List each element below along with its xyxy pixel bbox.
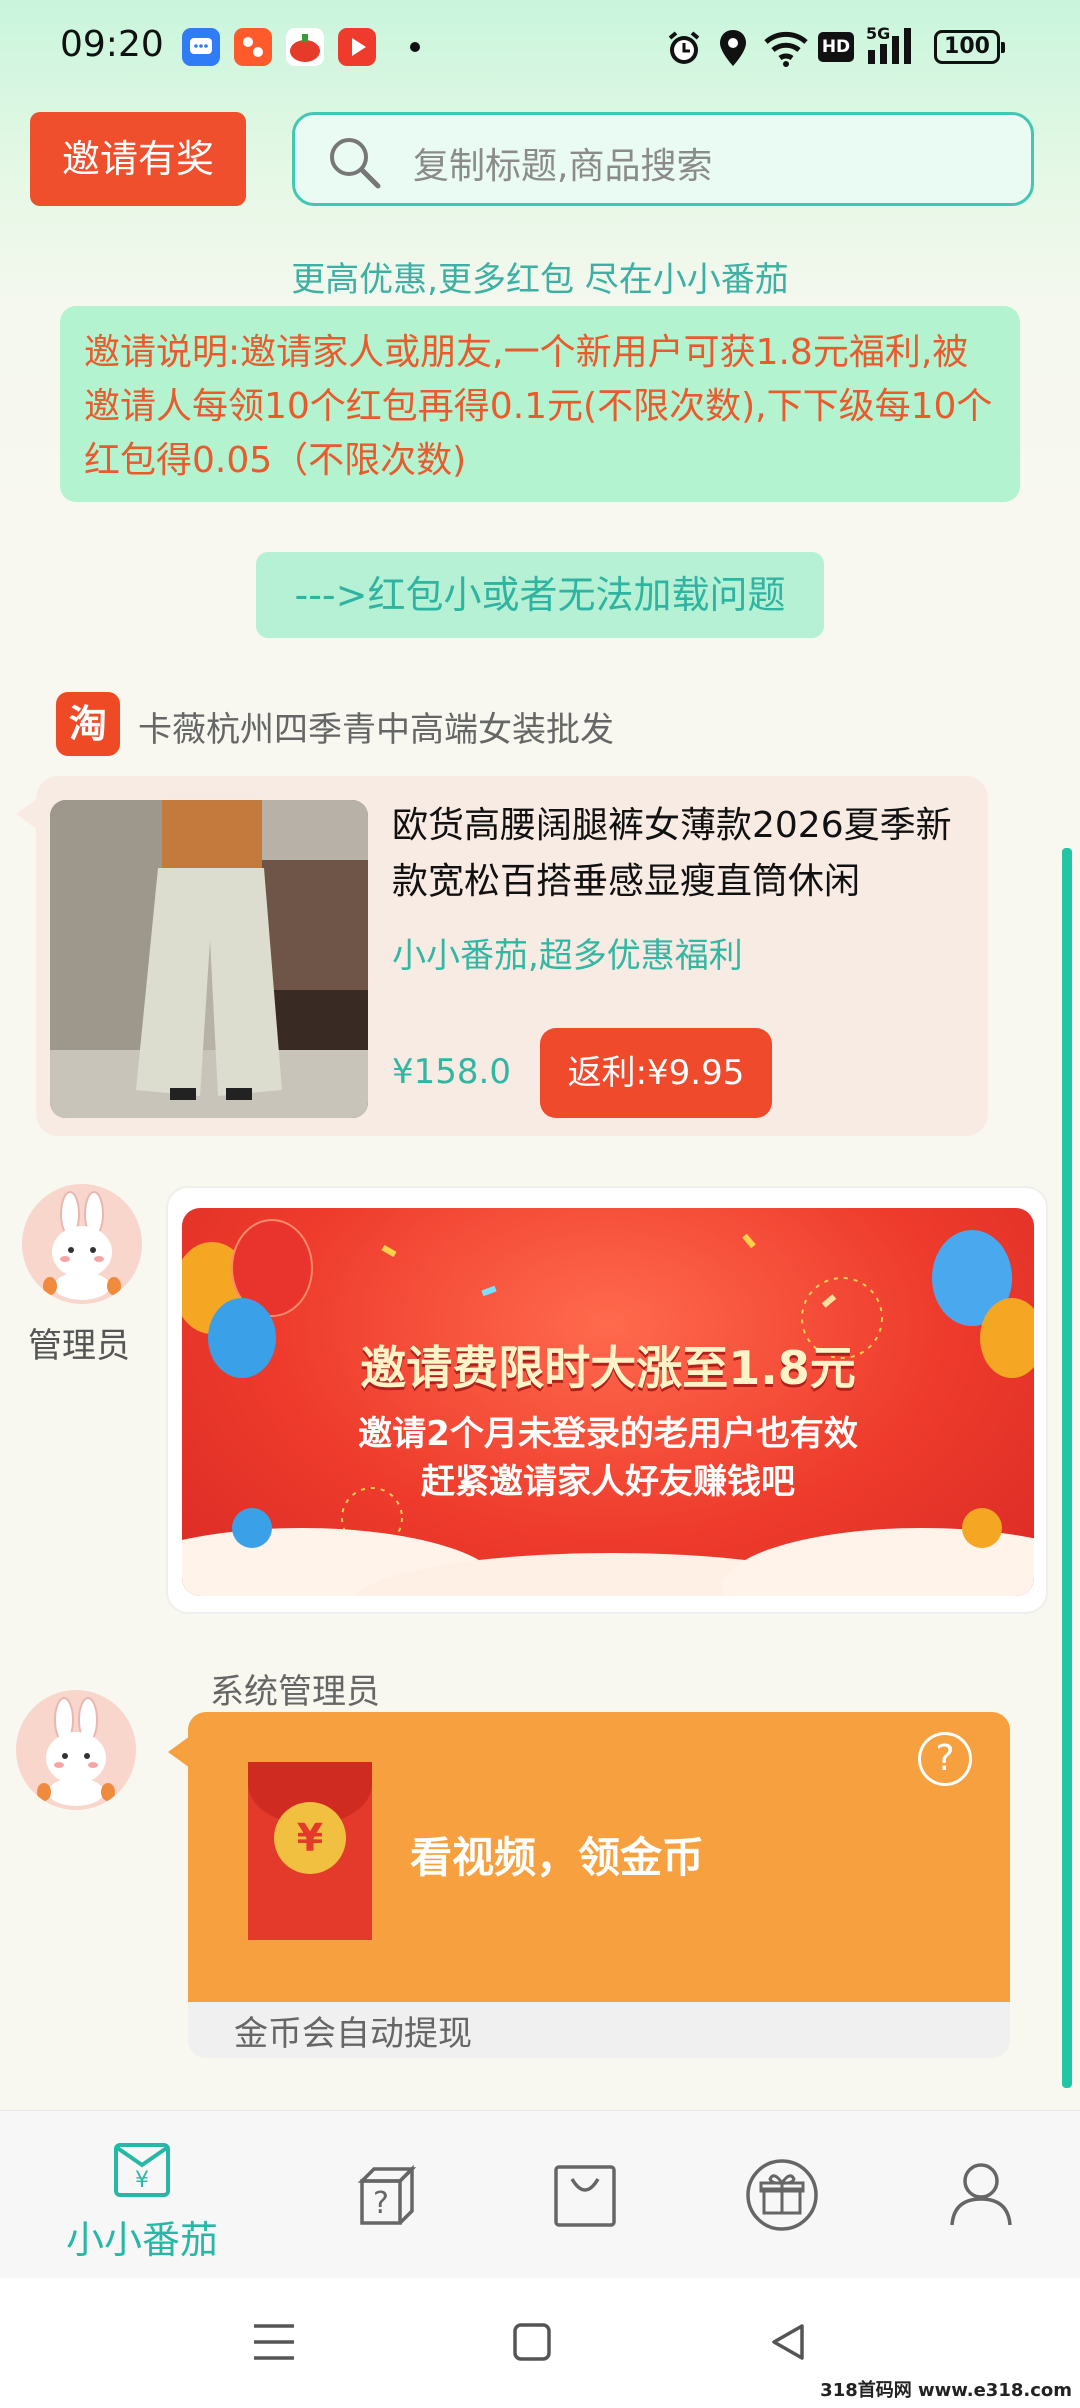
messages-app-icon [182,28,220,66]
watermark: 318首码网 www.e318.com [820,2380,1072,2401]
banner-line-1: 邀请2个月未登录的老用户也有效 [358,1414,858,1454]
admin-name: 管理员 [28,1326,130,1366]
banner-line-2: 赶紧邀请家人好友赚钱吧 [421,1462,795,1502]
video-app-icon [338,28,376,66]
nav-home-label: 小小番茄 [65,2218,218,2262]
banner-card[interactable]: 邀请费限时大涨至1.8元 邀请2个月未登录的老用户也有效 赶紧邀请家人好友赚钱吧 [166,1186,1048,1614]
user-icon [950,2163,1012,2226]
reward-text: 看视频，领金币 [410,1833,705,1882]
help-icon[interactable]: ? [918,1732,972,1786]
search-icon [330,138,381,189]
alarm-icon [668,31,700,64]
menu-icon[interactable] [252,2322,296,2362]
nav-home[interactable]: ¥ 小小番茄 [66,2111,218,2279]
product-slogan: 小小番茄,超多优惠福利 [392,936,743,976]
product-card[interactable]: 欧货高腰阔腿裤女薄款2026夏季新款宽松百搭垂感显瘦直筒休闲 小小番茄,超多优惠… [16,776,988,1136]
svg-text:?: ? [373,2186,389,2221]
search-placeholder: 复制标题,商品搜索 [413,146,713,187]
video-reward-card[interactable]: ¥ 看视频，领金币 ? 金币会自动提现 [188,1712,1010,2058]
cellular-icon: 5G [866,24,922,68]
hd-icon: HD [818,32,854,62]
home-icon: ¥ [114,2143,170,2197]
system-nav-bar: 318首码网 www.e318.com [0,2278,1080,2408]
wifi-icon [764,31,808,67]
status-bar: 09:20 HD 5G 100 [0,0,1080,95]
product-image[interactable] [50,800,368,1118]
product-price: ¥158.0 [392,1052,511,1092]
back-icon[interactable] [768,2322,808,2362]
scroll-indicator[interactable] [1062,848,1072,2088]
banner-title: 邀请费限时大涨至1.8元 [360,1341,856,1395]
nav-help[interactable]: ? [318,2111,458,2279]
product-title: 欧货高腰阔腿裤女薄款2026夏季新款宽松百搭垂感显瘦直筒休闲 [392,805,952,902]
nav-shop[interactable] [514,2111,654,2279]
tomato-app-icon [286,28,324,66]
invite-notice: 邀请说明:邀请家人或朋友,一个新用户可获1.8元福利,被邀请人每领10个红包再得… [60,306,1020,502]
coin-icon: ¥ [274,1802,346,1874]
reward-footer: 金币会自动提现 [234,2014,472,2054]
gift-icon [746,2159,818,2231]
hd-label: HD [821,37,851,57]
invite-button[interactable]: 邀请有奖 [30,112,246,206]
battery-level: 100 [944,34,990,59]
help-box-icon: ? [357,2164,417,2225]
red-envelope-icon: ¥ [248,1762,372,1940]
svg-text:¥: ¥ [135,2168,149,2193]
tagline: 更高优惠,更多红包 尽在小小番茄 [291,260,789,300]
notification-dot [410,42,420,52]
search-input[interactable]: 复制标题,商品搜索 [292,112,1034,206]
battery-indicator: 100 [934,30,1005,64]
reward-card-body[interactable]: ¥ 看视频，领金币 ? [188,1712,1010,2002]
nav-profile[interactable] [910,2111,1050,2279]
system-admin-avatar[interactable] [16,1690,136,1810]
nav-gift[interactable] [712,2111,852,2279]
shopping-bag-icon [554,2165,616,2227]
taobao-shop-icon: 淘 [56,692,120,756]
admin-avatar[interactable] [22,1184,142,1304]
shop-name[interactable]: 卡薇杭州四季青中高端女装批发 [138,702,614,751]
rebate-button[interactable]: 返利:¥9.95 [540,1028,772,1118]
red-packet-issue-link[interactable]: --->红包小或者无法加载问题 [256,552,824,638]
home-square-icon[interactable] [512,2322,552,2362]
status-time: 09:20 [60,24,164,65]
invite-promo-banner[interactable]: 邀请费限时大涨至1.8元 邀请2个月未登录的老用户也有效 赶紧邀请家人好友赚钱吧 [182,1208,1034,1596]
shopping-app-icon [234,28,272,66]
location-icon [720,30,746,66]
bottom-nav: ¥ 小小番茄 ? [0,2110,1080,2278]
reward-card-pointer [168,1736,190,1768]
system-admin-name: 系统管理员 [210,1672,380,1712]
